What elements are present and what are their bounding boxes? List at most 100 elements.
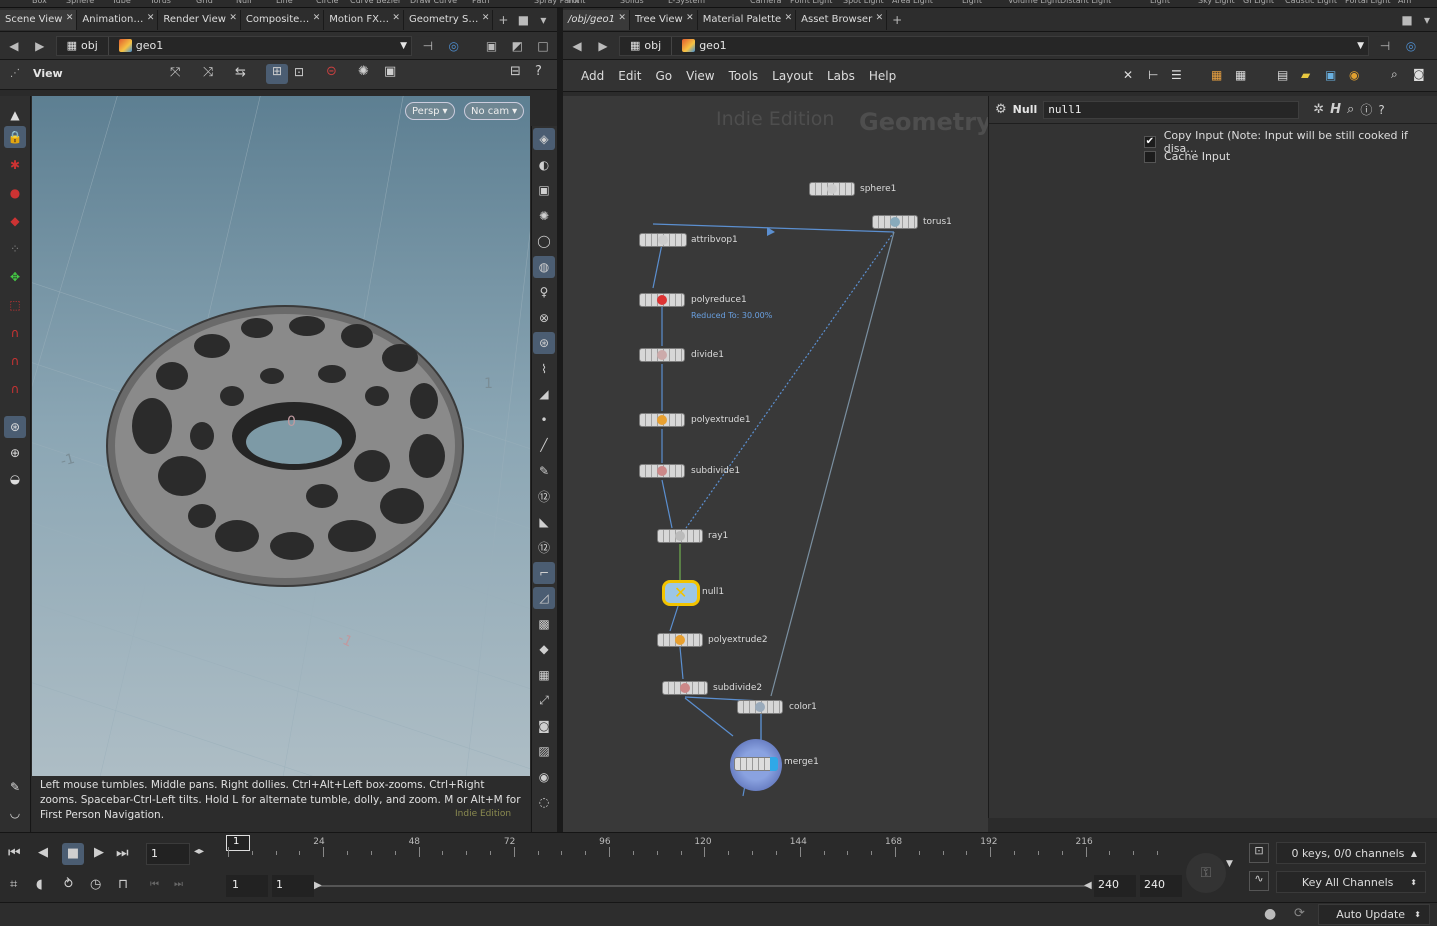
auto-update-button[interactable]: Auto Update ⬍ xyxy=(1318,904,1430,925)
shelf-tool[interactable]: Box xyxy=(32,0,47,5)
close-icon[interactable]: ✕ xyxy=(482,13,490,23)
tab-tree-view[interactable]: Tree View ✕ xyxy=(630,9,698,30)
hscript-icon[interactable]: H xyxy=(1330,102,1341,117)
pane-menu-icon[interactable]: ▾ xyxy=(533,10,553,30)
shelf-tool[interactable]: Point Light xyxy=(790,0,832,5)
close-icon[interactable]: ✕ xyxy=(392,13,400,23)
image-icon[interactable]: ▣ xyxy=(1325,68,1336,82)
select-icon[interactable]: ▲ xyxy=(4,104,26,126)
grid-icon[interactable]: ▦ xyxy=(1235,68,1246,82)
shelf-tool[interactable]: Circle xyxy=(316,0,338,5)
prev-key-icon[interactable]: ⏮ xyxy=(150,879,159,890)
keys-status[interactable]: 0 keys, 0/0 channels ▲ xyxy=(1276,842,1426,864)
display-tool-icon[interactable]: ⊛ xyxy=(533,332,555,354)
chevron-down-icon[interactable]: ▼ xyxy=(1357,41,1364,51)
menu-add[interactable]: Add xyxy=(581,69,604,83)
close-icon[interactable]: ✕ xyxy=(147,13,155,23)
display-tool-icon[interactable]: ✎ xyxy=(533,460,555,482)
help-icon[interactable]: ? xyxy=(535,64,542,79)
stop-icon[interactable]: ■ xyxy=(62,843,84,865)
magnet-icon[interactable]: ∩ xyxy=(4,350,26,372)
pin-icon[interactable]: ⊣ xyxy=(1375,36,1395,56)
brush-icon[interactable]: ● xyxy=(4,182,26,204)
node-ray1[interactable] xyxy=(657,529,703,543)
shelf-tool[interactable]: Tube xyxy=(112,0,131,5)
tree-icon[interactable]: ⊢ xyxy=(1148,68,1158,82)
shelf-tool[interactable]: Null xyxy=(236,0,252,5)
display-tool-icon[interactable]: ◙ xyxy=(533,715,555,737)
stop-icon[interactable]: ⊝ xyxy=(326,64,337,79)
range-slider[interactable] xyxy=(318,885,1088,887)
frame-icon[interactable]: ⊡ xyxy=(294,65,304,79)
key-all-channels-button[interactable]: Key All Channels ⬍ xyxy=(1276,871,1426,893)
pose-icon[interactable]: ✱ xyxy=(4,154,26,176)
gear-icon[interactable]: ⚙ xyxy=(995,102,1007,117)
display-tool-icon[interactable]: ◿ xyxy=(533,587,555,609)
range-icon[interactable]: ⊓ xyxy=(118,877,128,892)
display-tool-icon[interactable]: ⌐ xyxy=(533,561,555,584)
shelf-tool[interactable]: Grid xyxy=(196,0,213,5)
square-icon[interactable]: □ xyxy=(533,36,553,56)
magnet-icon[interactable]: ∩ xyxy=(4,322,26,344)
pin-icon[interactable]: ⊣ xyxy=(418,36,438,56)
shelf-tool[interactable]: Spot Light xyxy=(843,0,884,5)
close-icon[interactable]: ✕ xyxy=(785,13,793,23)
pencil-icon[interactable]: ✎ xyxy=(4,776,26,798)
frame-marker[interactable]: 1 xyxy=(226,835,250,851)
display-tool-icon[interactable]: ⤢ xyxy=(533,689,555,711)
dolly-icon[interactable]: ⇆ xyxy=(235,65,246,80)
menu-help[interactable]: Help xyxy=(869,69,896,83)
display-tool-icon[interactable]: ◢ xyxy=(533,383,555,405)
clock-icon[interactable]: ◷ xyxy=(90,877,101,892)
node-divide1[interactable] xyxy=(639,348,685,362)
bowl-icon[interactable]: ◡ xyxy=(4,802,26,824)
network-canvas[interactable]: Indie Edition Geometry sphere1 torus1 attr… xyxy=(563,96,988,832)
node-null1[interactable]: ✕ xyxy=(662,580,700,606)
end-frame-field[interactable]: 240 xyxy=(1140,875,1182,897)
shelf-tool[interactable]: Sphere xyxy=(66,0,94,5)
handle-icon[interactable]: ◆ xyxy=(4,210,26,232)
cube-icon[interactable]: ▣ xyxy=(482,36,502,56)
display-tool-icon[interactable]: • xyxy=(533,409,555,431)
display-tool-icon[interactable]: ◆ xyxy=(533,638,555,660)
close-icon[interactable]: ✕ xyxy=(686,13,694,23)
play-icon[interactable]: ▶ xyxy=(94,845,104,860)
lock-icon[interactable]: 🔒 xyxy=(4,126,26,148)
cache-input-checkbox[interactable] xyxy=(1144,150,1156,163)
range-start-handle[interactable]: ▶ xyxy=(314,880,322,891)
display-tool-icon[interactable]: ⑫ xyxy=(533,536,555,558)
back-icon[interactable]: ◀ xyxy=(4,36,24,56)
node-subdivide1[interactable] xyxy=(639,464,685,478)
camera-settings-icon[interactable]: ✺ xyxy=(358,64,369,79)
node-polyextrude2[interactable] xyxy=(657,633,703,647)
close-icon[interactable]: ✕ xyxy=(313,13,321,23)
transform-icon[interactable]: ✥ xyxy=(4,266,26,288)
display-options-icon[interactable]: ▣ xyxy=(384,64,396,79)
close-icon[interactable]: ✕ xyxy=(618,13,626,23)
help-icon[interactable]: ? xyxy=(1378,103,1384,117)
tab-composite[interactable]: Composite… ✕ xyxy=(241,9,325,30)
shelf-tool[interactable]: Area Light xyxy=(892,0,933,5)
audio-icon[interactable]: ◖ xyxy=(36,877,43,892)
scale-icon[interactable]: ⬚ xyxy=(4,294,26,316)
maximize-icon[interactable]: ■ xyxy=(513,10,533,30)
forward-icon[interactable]: ▶ xyxy=(30,36,50,56)
graph-icon[interactable]: ∿ xyxy=(1249,871,1269,891)
drag-handle-icon[interactable]: ⋰ xyxy=(10,68,20,79)
node-subdivide2[interactable] xyxy=(662,681,708,695)
shelf-tool[interactable]: Path xyxy=(472,0,490,5)
sticky-note-icon[interactable]: ▰ xyxy=(1301,68,1310,82)
display-tool-icon[interactable]: ▩ xyxy=(533,613,555,635)
link-icon[interactable]: ◎ xyxy=(1401,36,1421,56)
shelf-tool[interactable]: Solids xyxy=(620,0,644,5)
shelf-tool[interactable]: Am xyxy=(1398,0,1411,5)
capture-icon[interactable]: ◙ xyxy=(1413,67,1425,81)
node-attribvop1[interactable] xyxy=(639,233,687,247)
node-name-field[interactable]: null1 xyxy=(1043,100,1300,119)
timeline-ruler[interactable]: 1 24 48 72 96 120 144 168 192 216 xyxy=(222,835,1182,859)
dot-icon[interactable]: ◉ xyxy=(1349,68,1359,82)
node-merge1[interactable] xyxy=(730,739,782,791)
tab-geometry-spreadsheet[interactable]: Geometry S… ✕ xyxy=(404,9,494,30)
shelf-tool[interactable]: Light xyxy=(1150,0,1170,5)
tab-render-view[interactable]: Render View ✕ xyxy=(158,9,241,30)
